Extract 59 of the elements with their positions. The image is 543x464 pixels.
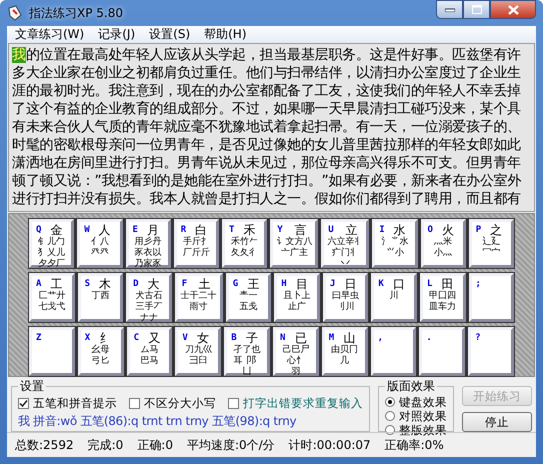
minimize-icon	[444, 8, 454, 12]
keyboard-key[interactable]: N 已 己巳尸 心忄 羽	[272, 327, 319, 376]
keyboard-key[interactable]: Q 金 钅儿勹 犭乂儿 夕夕厂	[29, 219, 74, 268]
keyboard-key[interactable]: D 大 犬古石 三手丆 ナナ	[126, 273, 172, 322]
menu-item[interactable]: 帮助(H)	[204, 26, 247, 43]
keyboard-key[interactable]: S 木 丁西	[78, 273, 124, 322]
keyboard-key[interactable]: Z	[29, 327, 75, 376]
keyboard-key[interactable]: K 口 川	[371, 273, 417, 322]
status-text: 正确:0	[137, 436, 173, 454]
menu-item[interactable]: 记录(J)	[98, 26, 136, 43]
minimize-button[interactable]	[436, 0, 463, 19]
keyboard-key[interactable]: J 日 曰早虫 刂川	[322, 273, 368, 322]
checkbox-option[interactable]: 打字出错要求重复输入	[228, 396, 363, 412]
keyboard-key[interactable]: O 火 灬米 小灬	[420, 219, 466, 268]
maximize-icon	[472, 5, 482, 14]
menu-item[interactable]: 设置(S)	[149, 26, 190, 43]
keyboard-key[interactable]: A 工 匚艹廾 七戈弋	[29, 273, 75, 322]
keyboard-key[interactable]: T 禾 禾竹𠂉 夂夂彳	[222, 219, 268, 268]
keyboard-key[interactable]: ,	[370, 327, 416, 376]
close-icon	[508, 4, 518, 14]
status-text: 总数:2592	[15, 436, 74, 454]
status-text: 平均速度:0个/分	[186, 436, 275, 454]
keyboard-key[interactable]: P 之 辶廴 冖宀	[468, 219, 514, 268]
check-icon	[19, 399, 28, 408]
keyboard-key[interactable]: H 目 且卜上 止广	[274, 273, 320, 322]
keyboard-key[interactable]: L 田 甲囗四 皿车力	[420, 273, 466, 322]
app-icon	[7, 5, 23, 21]
group-title: 版面效果	[386, 378, 436, 396]
radio-option[interactable]: 对照效果	[385, 409, 447, 424]
keyboard-key[interactable]: R 白 手斤扌 厂斤斤	[174, 219, 219, 268]
keyboard-key[interactable]: E 月 用彡丹 豕衣以 乃家豕	[126, 219, 171, 268]
keyboard-key[interactable]: W 人 亻八 癶癶	[77, 219, 122, 268]
close-button[interactable]	[490, 0, 536, 19]
keyboard-key[interactable]: I 水 氵⺌水 ⺍小	[372, 219, 418, 268]
keyboard-key[interactable]: V 女 刀九巛 彐臼	[175, 327, 222, 376]
maximize-button[interactable]	[463, 0, 490, 19]
group-title: 设置	[19, 378, 45, 396]
practice-text: 我的位置在最高处年轻人应该从头学起，担当最基层职务。这是件好事。匹兹堡有许多大企业家在创业之初都肩负过重任。他们与扫帚结伴，以清扫办公室度过了企业生涯的最初时光。我注意到，现在的办公室都配备了工友，这使我们的年轻人不幸丢掉了这个有益的企业教育的组成部分。不过，如果哪一天早晨清扫工碰巧没来，某个具有未来合伙人气质的青年就应毫不犹豫地试着拿起扫帚。有一天，一位溺爱孩子的、时髦的密歇根母亲问一位男青年，是否见过像她的女儿普里茜拉那样的年轻女郎如此潇洒地在房间里进行打扫。男青年说从未见过，那位母亲高兴得乐不可支。但男青年顿了顿又说：”我想看到的是她能在室外进行打扫。”如果有必要，新来者在办公室外进行打扫并没有损失。我本人就曾是打扫人之一。假如你们都得到了聘用，而且都有	[8, 43, 535, 212]
keyboard-key[interactable]: M 山 由贝冂 几	[322, 327, 368, 376]
keyboard-key[interactable]: ;	[468, 273, 514, 322]
keyboard-key[interactable]: .	[419, 327, 466, 376]
keyboard-key[interactable]: ?	[468, 327, 514, 376]
checkbox-option[interactable]: 五笔和拼音提示	[18, 396, 117, 412]
radio-option[interactable]: 键盘效果	[385, 395, 447, 410]
window-title: 指法练习XP 5.80	[29, 4, 124, 22]
keyboard-key[interactable]: G 王 龶一 五戋	[226, 273, 272, 322]
keyboard-key[interactable]: C 又 ム马 巴马	[126, 327, 172, 376]
keyboard-key[interactable]: Y 言 讠文方八 亠广主	[270, 219, 318, 268]
keyboard-key[interactable]: U 立 六立辛丬 疒门丬 丷	[321, 219, 370, 268]
typing-hint: 我 拼音:wǒ 五笔(86):q trnt trn trny 五笔(98):q trny	[18, 413, 298, 430]
keyboard-key[interactable]: B 子 孑了也 耳卩阝 凵	[224, 327, 270, 376]
status-text: 计时:00:00:07	[288, 436, 371, 454]
checkbox-option[interactable]: 不区分大小写	[129, 396, 216, 412]
menu-item[interactable]: 文章练习(W)	[15, 26, 84, 43]
status-text: 完成:0	[88, 436, 124, 454]
action-button[interactable]: 停止	[462, 412, 532, 432]
status-text: 正确率:0%	[384, 436, 444, 454]
keyboard-key[interactable]: X 纟 幺母 弓匕	[78, 327, 124, 376]
keyboard-key[interactable]: F 土 士干二十 雨寸	[174, 273, 223, 322]
